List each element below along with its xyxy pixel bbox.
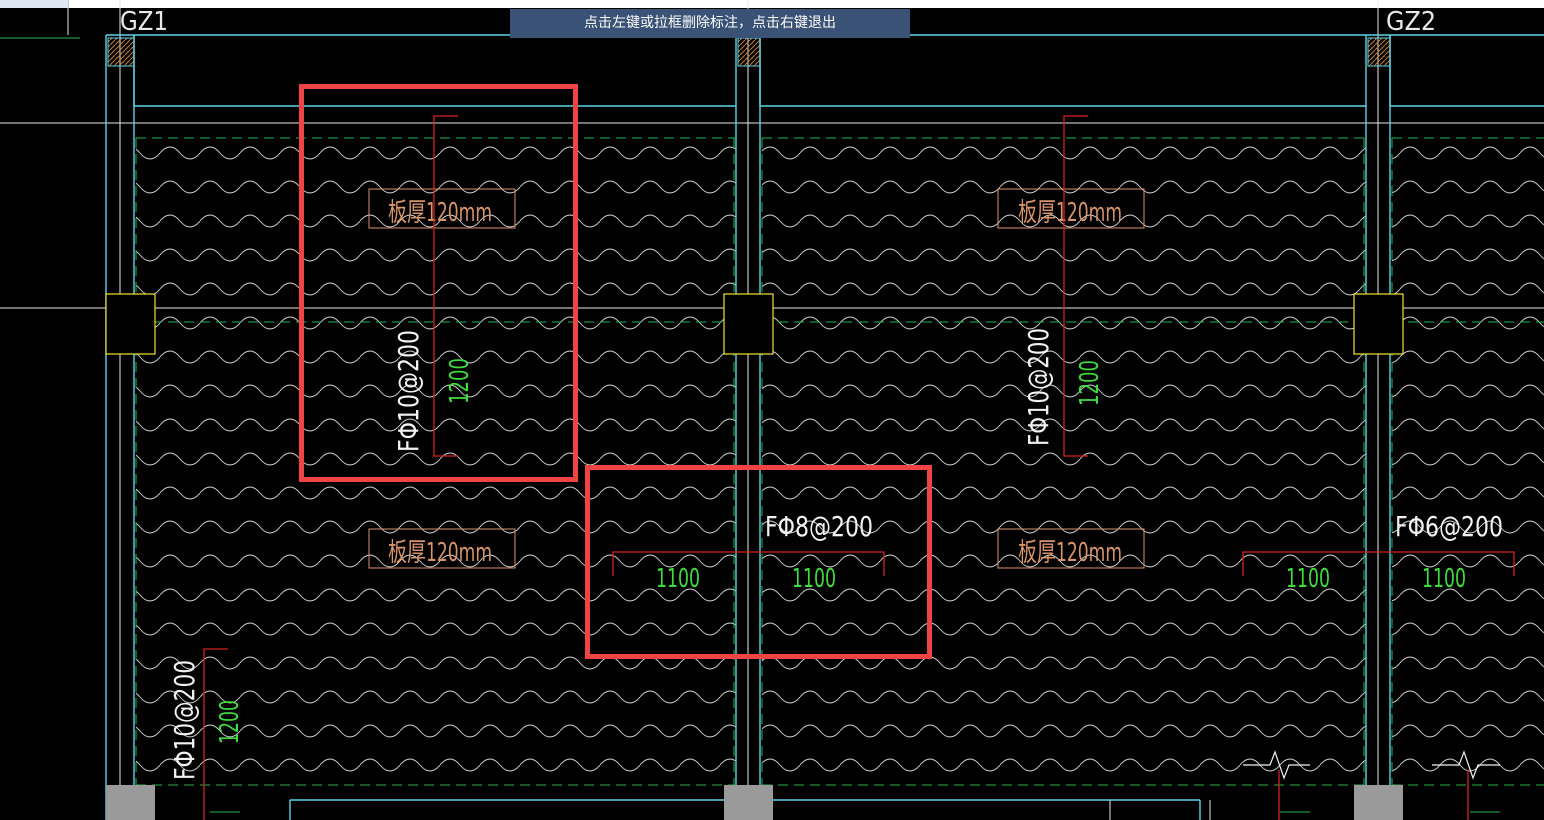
column-label-gz1: GZ1	[120, 7, 168, 37]
slab-label-text: 板厚120mm	[1018, 198, 1122, 228]
dimension-label: 1200	[215, 700, 245, 744]
rebar-label: FΦ8@200	[765, 510, 873, 543]
columns-bottom	[106, 785, 1403, 820]
rebar-label: FΦ10@200	[168, 660, 201, 780]
slab-label-text: 板厚120mm	[388, 198, 492, 228]
command-hint-bar: 点击左键或拉框删除标注，点击右键退出	[510, 9, 910, 38]
column-label-gz2: GZ2	[1386, 7, 1436, 37]
columns-top	[107, 37, 1391, 67]
dimension-label: 1100	[792, 564, 836, 594]
slab-label-text: 板厚120mm	[388, 538, 492, 568]
dimension-label: 1200	[1075, 360, 1105, 406]
cad-drawing-canvas[interactable]: GZ1 GZ2 板厚120mm 板厚120mm 板厚120mm 板厚120mm …	[0, 0, 1544, 820]
slab-hatch	[136, 135, 1544, 785]
dimension-label: 1100	[656, 564, 700, 594]
dimension-label: 1200	[445, 358, 475, 404]
dimension-label: 1100	[1286, 564, 1330, 594]
slab-label-text: 板厚120mm	[1018, 538, 1122, 568]
dimension-label: 1100	[1422, 564, 1466, 594]
rebar-label: FΦ10@200	[392, 330, 425, 452]
rebar-label: FΦ10@200	[1022, 328, 1055, 446]
rebar-label: FΦ6@200	[1395, 510, 1503, 543]
